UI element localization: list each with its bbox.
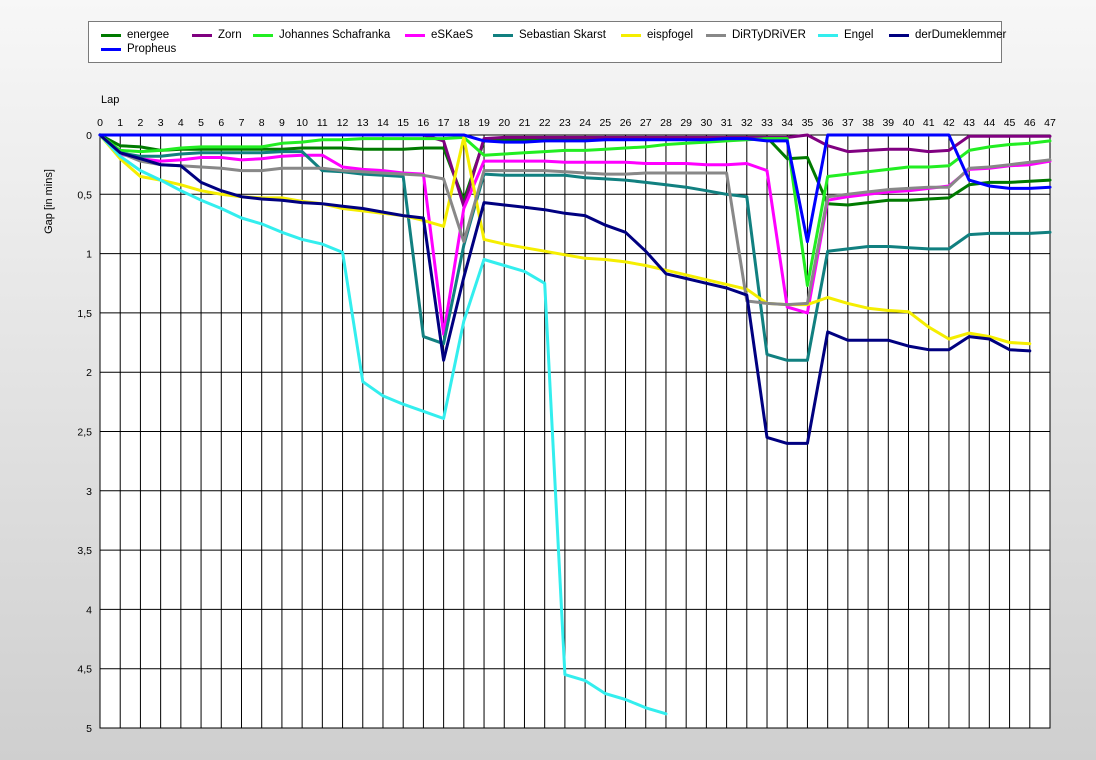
x-tick-label: 23 — [559, 117, 571, 129]
x-tick-label: 25 — [599, 117, 611, 129]
y-tick-label: 0 — [86, 130, 92, 142]
y-tick-label: 3 — [86, 486, 92, 498]
x-tick-label: 22 — [539, 117, 551, 129]
x-tick-label: 47 — [1044, 117, 1056, 129]
x-tick-label: 12 — [337, 117, 349, 129]
y-tick-label: 4 — [86, 604, 92, 616]
x-tick-label: 17 — [438, 117, 450, 129]
x-tick-label: 41 — [923, 117, 935, 129]
y-tick-label: 1,5 — [77, 308, 92, 320]
x-tick-label: 15 — [397, 117, 409, 129]
y-tick-label: 0,5 — [77, 189, 92, 201]
y-tick-label: 3,5 — [77, 545, 92, 557]
x-tick-label: 9 — [279, 117, 285, 129]
x-tick-label: 28 — [660, 117, 672, 129]
x-tick-label: 19 — [478, 117, 490, 129]
x-tick-label: 20 — [498, 117, 510, 129]
x-tick-label: 24 — [579, 117, 591, 129]
x-tick-label: 3 — [158, 117, 164, 129]
x-tick-label: 34 — [781, 117, 793, 129]
x-tick-label: 40 — [903, 117, 915, 129]
y-tick-label: 1 — [86, 249, 92, 261]
y-tick-label: 4,5 — [77, 664, 92, 676]
x-tick-label: 18 — [458, 117, 470, 129]
x-tick-label: 42 — [943, 117, 955, 129]
x-tick-label: 32 — [741, 117, 753, 129]
x-tick-label: 26 — [620, 117, 632, 129]
x-tick-label: 39 — [882, 117, 894, 129]
x-tick-label: 10 — [296, 117, 308, 129]
x-tick-label: 46 — [1024, 117, 1036, 129]
x-tick-label: 0 — [97, 117, 103, 129]
x-tick-label: 14 — [377, 117, 389, 129]
y-tick-label: 2 — [86, 367, 92, 379]
x-tick-label: 36 — [822, 117, 834, 129]
x-tick-label: 1 — [117, 117, 123, 129]
x-tick-label: 21 — [519, 117, 531, 129]
x-tick-label: 4 — [178, 117, 184, 129]
x-tick-label: 11 — [317, 117, 328, 129]
y-tick-label: 2,5 — [77, 427, 92, 439]
x-tick-label: 33 — [761, 117, 773, 129]
x-tick-label: 2 — [138, 117, 144, 129]
x-tick-label: 43 — [963, 117, 975, 129]
x-tick-label: 45 — [1004, 117, 1016, 129]
x-tick-label: 37 — [842, 117, 854, 129]
x-tick-label: 29 — [680, 117, 692, 129]
x-tick-label: 35 — [802, 117, 814, 129]
x-tick-label: 38 — [862, 117, 874, 129]
x-tick-label: 13 — [357, 117, 369, 129]
x-tick-label: 30 — [701, 117, 713, 129]
x-tick-label: 6 — [218, 117, 224, 129]
line-chart: 0 1 2 3 4 5 6 7 8 9 10 11 12 13 14 15 16 17 18 19 20 21 22 23 24… — [43, 94, 1056, 735]
x-tick-label: 16 — [418, 117, 430, 129]
x-tick-label: 8 — [259, 117, 265, 129]
x-tick-label: 31 — [721, 117, 733, 129]
y-tick-label: 5 — [86, 723, 92, 735]
x-tick-label: 7 — [239, 117, 245, 129]
x-tick-label: 44 — [984, 117, 996, 129]
x-axis-title: Lap — [101, 94, 119, 106]
x-tick-label: 5 — [198, 117, 204, 129]
x-tick-label: 27 — [640, 117, 652, 129]
y-axis-title: Gap [in mins] — [43, 169, 55, 234]
